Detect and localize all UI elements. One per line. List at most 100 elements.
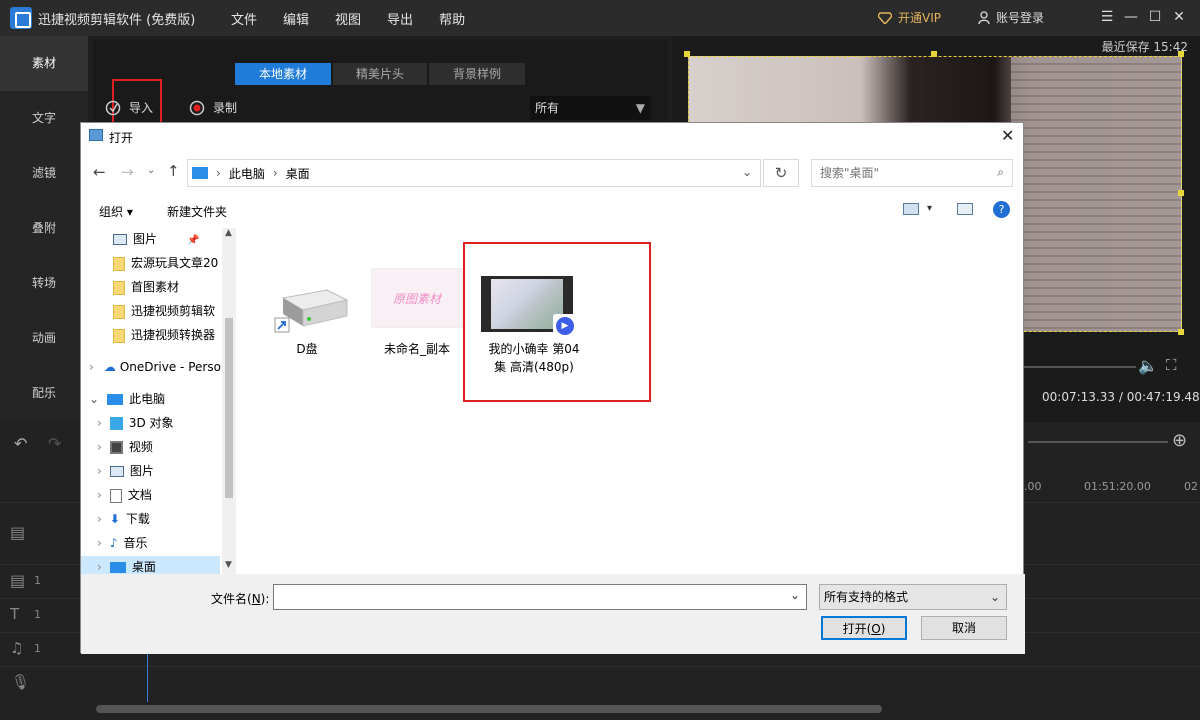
view-chevron-down-icon[interactable]: ▾: [927, 203, 932, 214]
menu-export[interactable]: 导出: [374, 9, 426, 28]
redo-icon[interactable]: ↷: [48, 434, 61, 453]
resize-handle[interactable]: [1178, 51, 1184, 57]
dialog-close-icon[interactable]: ✕: [1001, 126, 1014, 145]
nav-transition[interactable]: 转场: [0, 256, 88, 311]
scroll-up-icon[interactable]: ▲: [225, 228, 232, 238]
tree-item-folder[interactable]: 迅捷视频剪辑软: [113, 300, 223, 322]
tree-item-folder[interactable]: 首图素材: [113, 276, 179, 298]
undo-icon[interactable]: ↶: [14, 434, 27, 453]
menu-help[interactable]: 帮助: [426, 9, 478, 28]
tree-item-folder[interactable]: 迅捷视频转换器: [113, 324, 223, 346]
resize-handle[interactable]: [931, 51, 937, 57]
forward-arrow-icon[interactable]: →: [121, 163, 134, 181]
expand-chevron-icon[interactable]: ›: [89, 360, 94, 374]
new-folder-button[interactable]: 新建文件夹: [167, 203, 227, 220]
filename-chevron-down-icon[interactable]: ⌄: [790, 588, 800, 602]
resize-handle[interactable]: [1178, 190, 1184, 196]
breadcrumb-sep-icon: ›: [272, 166, 278, 180]
expand-chevron-icon[interactable]: ›: [97, 536, 102, 550]
tree-item-this-pc[interactable]: ⌄ 此电脑: [89, 388, 165, 410]
pictures-icon: [109, 466, 124, 477]
nav-filter[interactable]: 滤镜: [0, 146, 88, 201]
minimize-icon[interactable]: —: [1122, 8, 1140, 26]
ruler-tick: 01:51:20.00: [1084, 480, 1151, 493]
open-button[interactable]: 打开(O): [821, 616, 907, 640]
nav-text[interactable]: 文字: [0, 91, 88, 146]
menu-edit[interactable]: 编辑: [270, 9, 322, 28]
tab-intros[interactable]: 精美片头: [333, 63, 427, 85]
expand-chevron-icon[interactable]: ›: [97, 464, 102, 478]
nav-overlay[interactable]: 叠附: [0, 201, 88, 256]
search-box[interactable]: ⌕: [811, 159, 1013, 187]
tree-item-downloads[interactable]: › ⬇ 下载: [97, 508, 150, 530]
filter-dropdown[interactable]: 所有 ▼: [530, 96, 651, 120]
tree-item-pictures[interactable]: › 图片: [97, 460, 154, 482]
timeline-scrollbar[interactable]: [96, 705, 882, 713]
back-arrow-icon[interactable]: ←: [93, 163, 106, 181]
tab-backgrounds[interactable]: 背景样例: [429, 63, 525, 85]
import-button[interactable]: 导入: [105, 99, 153, 116]
tree-item-3d-objects[interactable]: › 3D 对象: [97, 412, 174, 434]
volume-icon[interactable]: 🔈: [1138, 356, 1158, 375]
view-mode-icon[interactable]: [903, 203, 919, 215]
tree-scrollbar[interactable]: ▲ ▼: [222, 228, 236, 574]
fullscreen-icon[interactable]: ⛶: [1166, 356, 1177, 374]
scroll-down-icon[interactable]: ▼: [225, 560, 232, 570]
filetype-select[interactable]: 所有支持的格式 ⌄: [819, 584, 1007, 610]
open-file-dialog: 打开 ✕ ← → ⌄ ↑ › 此电脑 › 桌面 ⌄ ↻ ⌕ 组织 ▾ 新建文件夹…: [80, 122, 1025, 654]
scrollbar-thumb[interactable]: [225, 318, 233, 498]
refresh-icon[interactable]: ↻: [763, 159, 799, 187]
breadcrumb-pc[interactable]: 此电脑: [229, 165, 265, 182]
up-arrow-icon[interactable]: ↑: [167, 162, 180, 180]
resize-handle[interactable]: [684, 51, 690, 57]
account-login-button[interactable]: 账号登录: [978, 9, 1044, 26]
progress-track[interactable]: [1024, 366, 1136, 368]
vip-label: 开通VIP: [898, 11, 941, 25]
address-chevron-down-icon[interactable]: ⌄: [742, 165, 752, 179]
tree-item-videos[interactable]: › 视频: [97, 436, 153, 458]
tree-item-documents[interactable]: › 文档: [97, 484, 152, 506]
record-button[interactable]: 录制: [189, 99, 237, 116]
help-icon[interactable]: ?: [993, 201, 1010, 218]
collapse-chevron-icon[interactable]: ⌄: [89, 392, 99, 406]
filename-input[interactable]: ⌄: [273, 584, 807, 610]
organize-button[interactable]: 组织 ▾: [99, 203, 133, 220]
maximize-icon[interactable]: ☐: [1146, 8, 1164, 26]
settings-menu-icon[interactable]: ☰: [1098, 8, 1116, 26]
address-bar[interactable]: › 此电脑 › 桌面 ⌄: [187, 159, 761, 187]
nav-music[interactable]: 配乐: [0, 366, 88, 421]
pin-icon[interactable]: 📌: [187, 235, 199, 246]
tree-item-music[interactable]: › ♪ 音乐: [97, 532, 148, 554]
vip-button[interactable]: 开通VIP: [878, 9, 941, 26]
expand-chevron-icon[interactable]: ›: [97, 512, 102, 526]
track-number: 1: [34, 574, 41, 587]
expand-chevron-icon[interactable]: ›: [97, 488, 102, 502]
nav-material[interactable]: 素材: [0, 36, 88, 91]
file-item-d-drive[interactable]: D盘: [257, 268, 357, 388]
search-input[interactable]: [820, 161, 990, 185]
resize-handle[interactable]: [1178, 329, 1184, 335]
video-track-icon: ▤: [10, 523, 26, 542]
drive-icon: [274, 289, 349, 333]
expand-chevron-icon[interactable]: ›: [97, 416, 102, 430]
expand-chevron-icon[interactable]: ›: [97, 440, 102, 454]
tree-item-folder[interactable]: 宏源玩具文章20: [113, 252, 223, 274]
tab-local-material[interactable]: 本地素材: [235, 63, 331, 85]
menu-view[interactable]: 视图: [322, 9, 374, 28]
playhead[interactable]: [147, 652, 148, 702]
zoom-in-icon[interactable]: ⊕: [1172, 430, 1187, 451]
menu-file[interactable]: 文件: [218, 9, 270, 28]
filetype-chevron-down-icon[interactable]: ⌄: [990, 585, 1000, 609]
breadcrumb-desktop[interactable]: 桌面: [286, 165, 310, 182]
tree-item-pictures-quick[interactable]: 图片 📌: [113, 228, 199, 250]
cancel-button[interactable]: 取消: [921, 616, 1007, 640]
nav-animation[interactable]: 动画: [0, 311, 88, 366]
tree-item-onedrive[interactable]: › ☁ OneDrive - Perso: [89, 356, 221, 378]
zoom-slider[interactable]: [1028, 441, 1168, 443]
recent-chevron-icon[interactable]: ⌄: [147, 165, 155, 176]
expand-chevron-icon[interactable]: ›: [97, 560, 102, 574]
ruler-tick: .00: [1024, 480, 1042, 493]
file-item-image[interactable]: 原图素材 未命名_副本: [371, 268, 463, 388]
preview-pane-icon[interactable]: [957, 203, 973, 215]
close-icon[interactable]: ✕: [1170, 8, 1188, 26]
